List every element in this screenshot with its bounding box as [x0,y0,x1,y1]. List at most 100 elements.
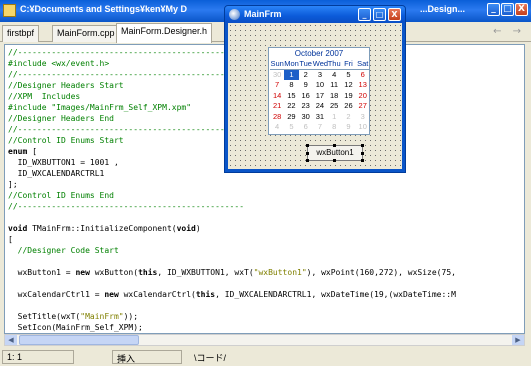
calendar-day[interactable]: 5 [341,70,355,81]
calendar-day[interactable]: 6 [356,70,370,81]
code-token: ) [195,224,201,233]
code-line[interactable]: SetIcon(MainFrm_Self_XPM); [8,322,456,333]
maximize-button[interactable]: □ [501,3,514,16]
code-line[interactable]: //--------------------------------------… [8,201,456,212]
calendar-day[interactable]: 9 [299,80,313,91]
calendar-grid[interactable]: Sun Mon Tue Wed Thu Fri Sat 30 1 2 3 4 5 6 7 8 9 10 11 12 13… [270,59,370,133]
calendar-day[interactable]: 11 [327,80,341,91]
code-token: //--------------------------------------… [8,202,245,211]
calendar-day[interactable]: 9 [341,122,355,133]
code-line[interactable]: //Designer Code Start [8,245,456,256]
calendar-day[interactable]: 29 [284,112,298,123]
calendar-day[interactable]: 18 [327,91,341,102]
calendar-day[interactable]: 10 [356,122,370,133]
calendar-day[interactable]: 27 [356,101,370,112]
calendar-day[interactable]: 19 [341,91,355,102]
calendar-weekday: Thu [327,59,342,70]
form-titlebar[interactable]: MainFrm _ □ X [225,6,405,23]
calendar-day[interactable]: 7 [313,122,327,133]
code-token: this [138,268,158,277]
calendar-day[interactable]: 16 [299,91,313,102]
calendar-day[interactable]: 30 [299,112,313,123]
calendar-day[interactable]: 7 [270,80,284,91]
code-line[interactable]: wxCalendarCtrl1 = new wxCalendarCtrl(thi… [8,289,456,300]
calendar-day[interactable]: 4 [270,122,284,133]
calendar-month-title[interactable]: October 2007 [269,49,369,58]
scroll-thumb[interactable] [19,335,139,345]
calendar-day[interactable]: 2 [341,112,355,123]
tab-mainform-designer-h[interactable]: MainForm.Designer.h [116,23,213,43]
calendar-day[interactable]: 21 [270,101,284,112]
calendar-day[interactable]: 23 [299,101,313,112]
calendar-day[interactable]: 8 [284,80,298,91]
code-line[interactable]: SetTitle(wxT("MainFrm")); [8,311,456,322]
code-token: this [195,290,216,299]
calendar-day[interactable]: 8 [327,122,341,133]
calendar-day[interactable]: 1 [284,69,299,80]
calendar-day[interactable]: 3 [313,70,327,81]
resize-handle[interactable] [306,152,309,155]
code-line[interactable]: void TMainFrm::InitializeComponent(void) [8,223,456,234]
form-close-button[interactable]: X [388,8,401,21]
resize-handle[interactable] [333,144,336,147]
code-line[interactable]: ]; [8,179,456,190]
calendar-control[interactable]: October 2007 Sun Mon Tue Wed Thu Fri Sat 30 1 2 3 4… [268,47,370,135]
code-line[interactable]: //Control ID Enums End [8,190,456,201]
code-tab-label[interactable]: \コード/ [190,350,244,364]
form-icon [229,9,240,20]
form-minimize-button[interactable]: _ [358,8,371,21]
horizontal-scrollbar[interactable]: ◀ ▶ [4,334,525,346]
calendar-day[interactable]: 4 [327,70,341,81]
tab-firstbpf[interactable]: firstbpf [2,25,40,42]
calendar-day[interactable]: 22 [284,101,298,112]
code-line[interactable] [8,212,456,223]
code-line[interactable]: [ [8,234,456,245]
calendar-day[interactable]: 17 [313,91,327,102]
code-token: ID_WXCALENDARCTRL1 [8,169,105,178]
code-token: [ [8,235,13,244]
calendar-day[interactable]: 3 [356,112,370,123]
resize-handle[interactable] [306,159,309,162]
calendar-day[interactable]: 14 [270,91,284,102]
resize-handle[interactable] [306,144,309,147]
calendar-day[interactable]: 2 [299,70,313,81]
resize-handle[interactable] [361,144,364,147]
code-line[interactable] [8,256,456,267]
form-designer-window[interactable]: MainFrm _ □ X October 2007 Sun Mon Tue Wed T… [224,5,406,173]
calendar-day[interactable]: 24 [313,101,327,112]
code-token: #include "Images/MainFrm_Self_XPM.xpm" [8,103,192,112]
calendar-day[interactable]: 13 [356,80,370,91]
form-maximize-button[interactable]: □ [373,8,386,21]
calendar-day[interactable]: 28 [270,112,284,123]
calendar-day[interactable]: 12 [341,80,355,91]
calendar-day[interactable]: 26 [341,101,355,112]
resize-handle[interactable] [333,159,336,162]
calendar-weekday: Fri [341,59,356,70]
scroll-left-arrow-icon[interactable]: ◀ [5,335,17,345]
calendar-day[interactable]: 5 [284,122,298,133]
resize-handle[interactable] [361,152,364,155]
calendar-day[interactable]: 1 [327,112,341,123]
calendar-day[interactable]: 20 [356,91,370,102]
calendar-week: 21 22 23 24 25 26 27 [270,101,370,112]
calendar-weekday: Tue [298,59,313,70]
calendar-week: 30 1 2 3 4 5 6 [270,69,370,81]
close-button[interactable]: X [515,3,528,16]
tab-mainform-cpp[interactable]: MainForm.cpp [52,25,120,42]
calendar-day[interactable]: 6 [299,122,313,133]
calendar-day[interactable]: 25 [327,101,341,112]
code-line[interactable] [8,300,456,311]
wxbutton1[interactable]: wxButton1 [306,144,364,162]
minimize-button[interactable]: _ [487,3,500,16]
scroll-right-arrow-icon[interactable]: ▶ [512,335,524,345]
code-line[interactable] [8,278,456,289]
calendar-day[interactable]: 10 [313,80,327,91]
form-canvas[interactable]: October 2007 Sun Mon Tue Wed Thu Fri Sat 30 1 2 3 4… [228,23,402,169]
calendar-day[interactable]: 30 [270,70,284,81]
resize-handle[interactable] [361,159,364,162]
calendar-day[interactable]: 15 [284,91,298,102]
code-line[interactable]: wxButton1 = new wxButton(this, ID_WXBUTT… [8,267,456,278]
calendar-weekday-row: Sun Mon Tue Wed Thu Fri Sat [270,59,370,70]
calendar-day[interactable]: 31 [313,112,327,123]
tab-nav-arrows[interactable]: ← → [493,26,525,37]
